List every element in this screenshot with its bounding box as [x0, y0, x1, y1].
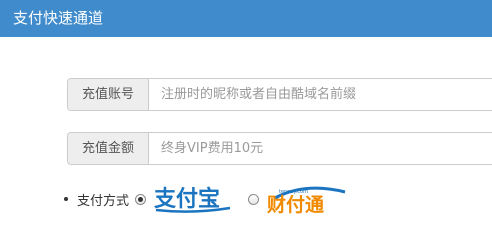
tenpay-logo[interactable]: tenpay.com 财付通: [265, 184, 351, 214]
tenpay-radio[interactable]: [248, 193, 260, 205]
header-title: 支付快速通道: [13, 9, 104, 27]
tenpay-logo-text: 财付通: [267, 193, 325, 214]
page-header: 支付快速通道: [0, 0, 492, 37]
payment-method-label: 支付方式: [77, 193, 130, 209]
alipay-logo[interactable]: 支付宝: [152, 184, 234, 214]
account-field-group: 充值账号: [67, 78, 492, 111]
amount-label: 充值金额: [68, 133, 149, 164]
amount-input[interactable]: [149, 133, 492, 164]
bullet-icon: [64, 197, 68, 201]
account-label: 充值账号: [68, 79, 149, 110]
alipay-radio[interactable]: [135, 193, 147, 205]
amount-field-group: 充值金额: [67, 132, 492, 165]
alipay-logo-text: 支付宝: [154, 186, 220, 212]
payment-method-row: 支付方式 支付宝 tenpay.com 财付通: [64, 184, 365, 214]
account-input[interactable]: [149, 79, 492, 110]
